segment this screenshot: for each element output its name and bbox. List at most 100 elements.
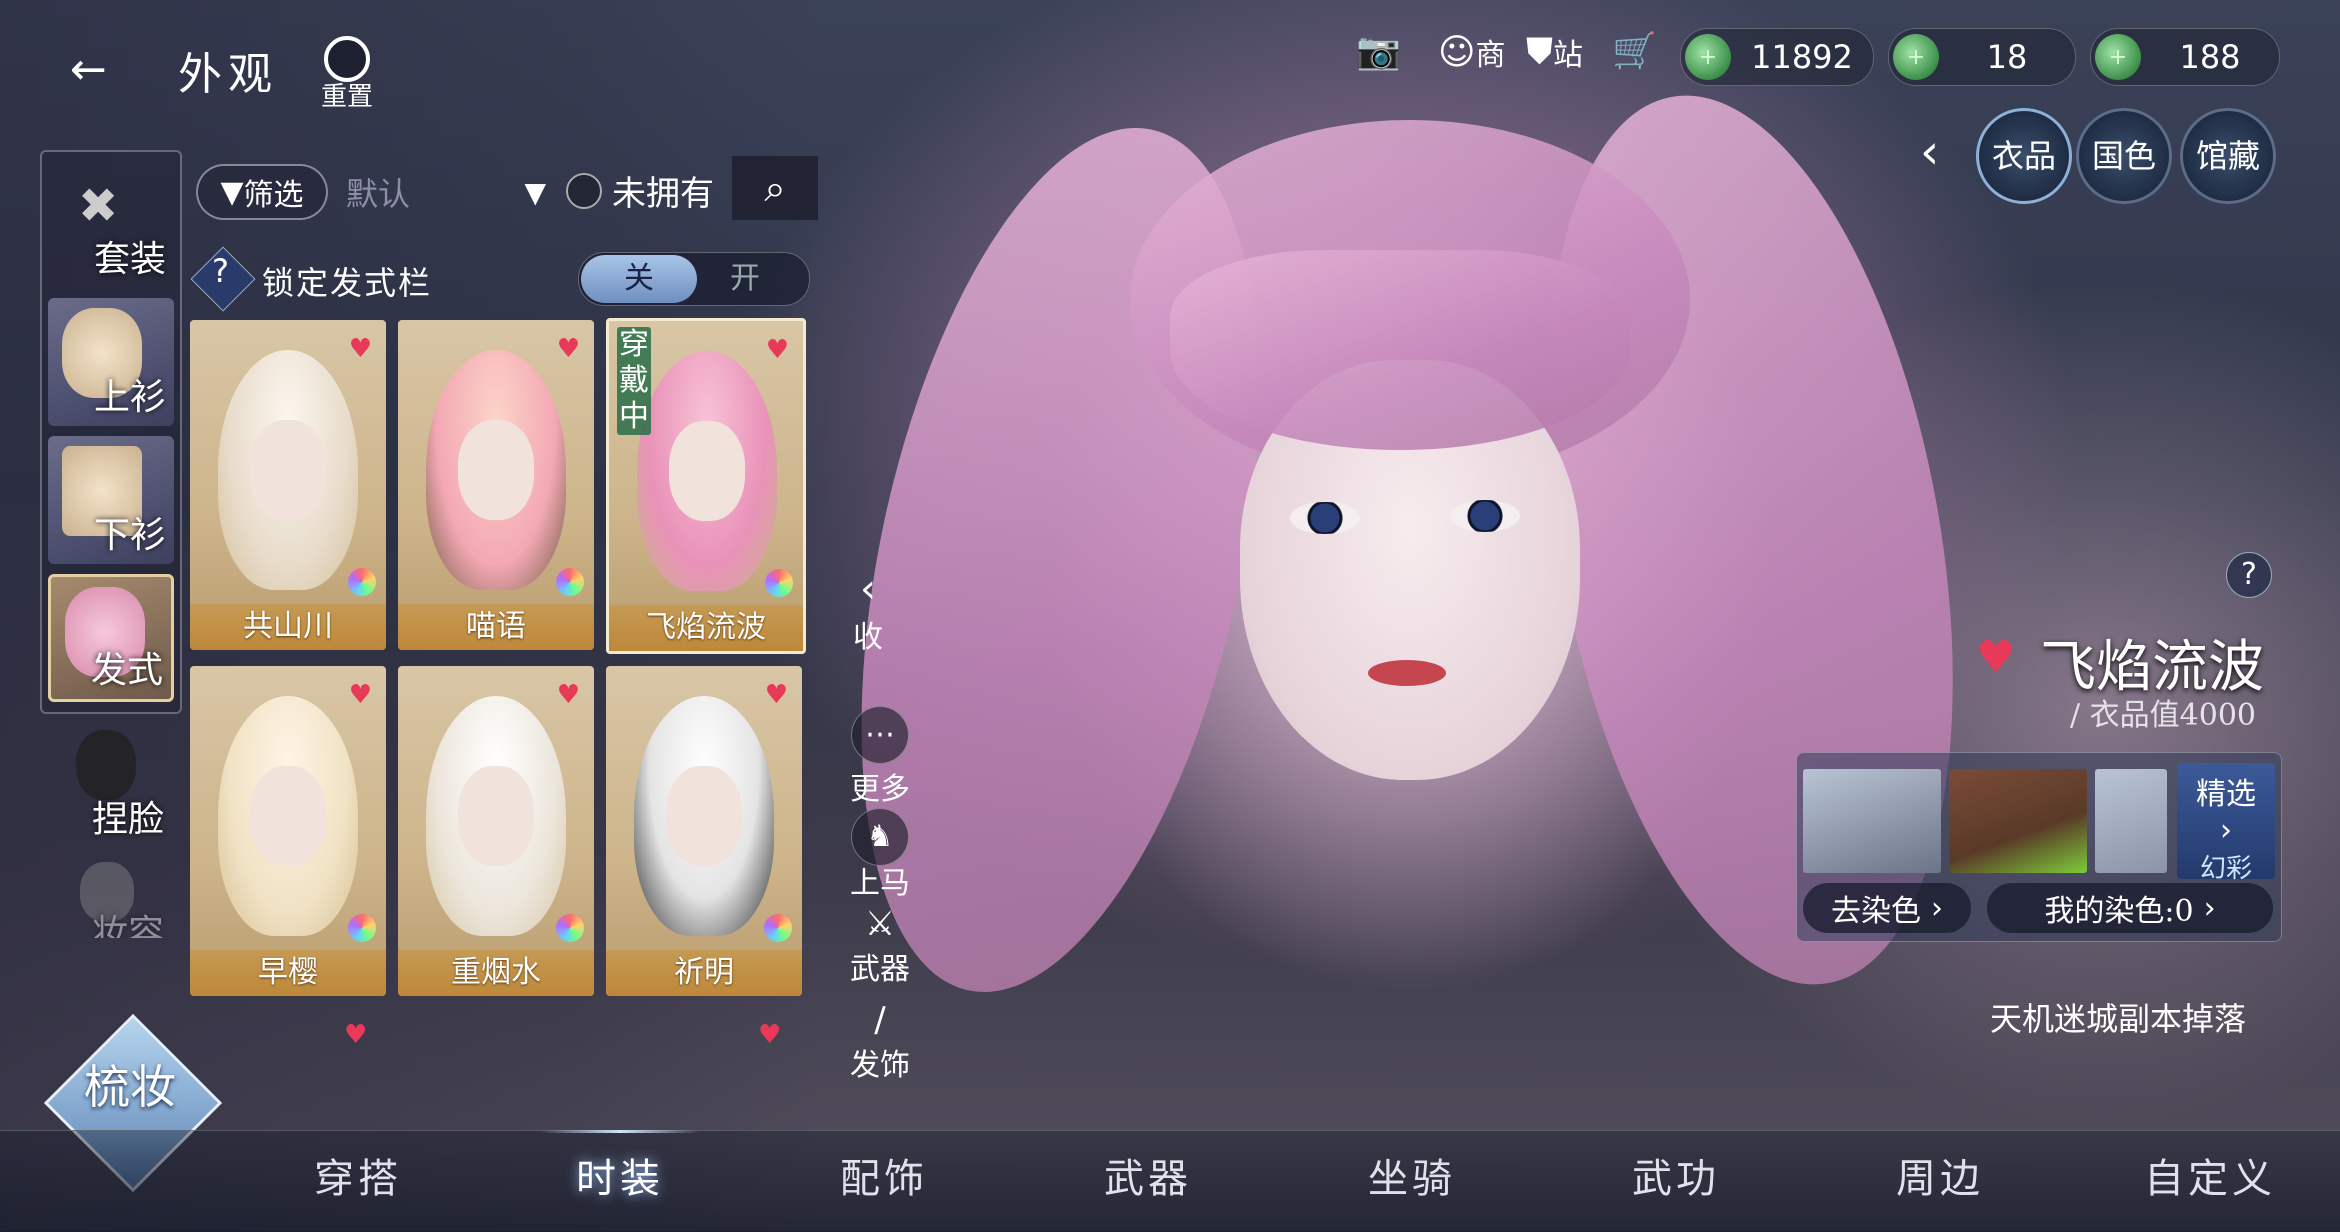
- remove-dye-label: 去染色: [1831, 894, 1921, 929]
- category-bottom[interactable]: 下衫: [48, 436, 174, 564]
- more-icon: ⋯: [851, 706, 909, 764]
- tab-style-value[interactable]: 衣品: [1976, 108, 2072, 204]
- item-card[interactable]: ♥ 重烟水: [398, 666, 594, 996]
- category-top[interactable]: 上衫: [48, 298, 174, 426]
- green-coin-icon: +: [1893, 34, 1939, 80]
- style-value: / 衣品值4000: [2070, 698, 2256, 733]
- mount-button[interactable]: ♞ 上马: [848, 808, 912, 902]
- item-name: 共山川: [190, 604, 386, 650]
- remove-dye-button[interactable]: 去染色 ›: [1803, 883, 1971, 933]
- my-dye-button[interactable]: 我的染色:0 ›: [1987, 883, 2273, 933]
- currency-green[interactable]: + 18: [1888, 28, 2076, 86]
- weapon-button[interactable]: ⚔ 武器: [848, 904, 912, 988]
- camera-icon[interactable]: 📷: [1356, 30, 1401, 72]
- item-card[interactable]: ♥ 早樱: [190, 666, 386, 996]
- currency-value: 188: [2179, 38, 2241, 76]
- merchant-label: 商: [1475, 38, 1506, 73]
- currency-jade[interactable]: + 11892: [1680, 28, 1874, 86]
- jade-coin-icon: +: [1685, 34, 1731, 80]
- sort-value: 默认: [346, 175, 411, 213]
- collapse-button[interactable]: ‹ 收: [836, 566, 900, 656]
- category-label: 捏脸: [91, 799, 164, 840]
- nav-outfit[interactable]: 穿搭: [314, 1146, 402, 1204]
- my-dye-label: 我的染色:0: [2044, 894, 2194, 929]
- favorite-heart-icon[interactable]: ♥: [344, 1020, 367, 1050]
- currency-value: 11892: [1751, 38, 1853, 76]
- collapse-label: 收: [853, 620, 883, 655]
- category-label: 下衫: [93, 515, 166, 556]
- nav-custom[interactable]: 自定义: [2144, 1146, 2276, 1204]
- currency-value: 18: [1986, 38, 2028, 76]
- dye-preview-3[interactable]: [2095, 769, 2167, 873]
- dye-panel: 精选 › 幻彩 去染色 › 我的染色:0 ›: [1796, 752, 2282, 942]
- category-face-sculpt[interactable]: 捏脸: [46, 720, 172, 848]
- cart-icon[interactable]: 🛒: [1612, 30, 1657, 72]
- favorite-heart-icon[interactable]: ♥: [765, 680, 788, 710]
- dye-icon: [348, 568, 376, 596]
- item-card[interactable]: ♥ 祈明: [606, 666, 802, 996]
- station-icon: ⛊: [1526, 31, 1554, 72]
- checkbox-circle: [566, 172, 602, 209]
- item-card[interactable]: ♥ 喵语: [398, 320, 594, 650]
- favorite-heart-icon[interactable]: ♥: [1976, 632, 2015, 683]
- dye-icon: [556, 568, 584, 596]
- nav-mounts[interactable]: 坐骑: [1368, 1146, 1456, 1204]
- reset-button[interactable]: 重置: [312, 36, 382, 113]
- nav-martial-arts[interactable]: 武功: [1632, 1146, 1720, 1204]
- filter-button[interactable]: ▼ 筛选: [196, 164, 328, 220]
- merchant-icon: ☺: [1438, 31, 1476, 73]
- tab-collection[interactable]: 馆藏: [2180, 108, 2276, 204]
- category-column: ✖ 套装 上衫 下衫 发式: [40, 150, 182, 714]
- category-suit[interactable]: ✖ 套装: [48, 160, 174, 288]
- nav-fashion[interactable]: 时装: [576, 1146, 664, 1204]
- station-button[interactable]: ⛊ 站: [1526, 30, 1583, 74]
- featured-label: 精选: [2196, 777, 2256, 812]
- hairpin-icon: ∕: [874, 1000, 886, 1040]
- search-button[interactable]: ⌕: [732, 156, 818, 220]
- category-label: 发式: [90, 650, 163, 691]
- unowned-checkbox[interactable]: 未拥有: [566, 166, 714, 215]
- favorite-heart-icon[interactable]: ♥: [758, 1020, 781, 1050]
- reset-label: 重置: [320, 82, 373, 112]
- chevron-left-icon[interactable]: ‹: [1920, 124, 1939, 180]
- favorite-heart-icon[interactable]: ♥: [557, 334, 580, 364]
- dye-icon: [348, 914, 376, 942]
- dye-icon: [765, 569, 793, 597]
- favorite-heart-icon[interactable]: ♥: [349, 680, 372, 710]
- merchant-button[interactable]: ☺ 商: [1438, 30, 1506, 74]
- dye-icon: [764, 914, 792, 942]
- hair-accessory-label: 发饰: [850, 1048, 910, 1083]
- portrait-face: [458, 420, 534, 520]
- featured-iridescent-button[interactable]: 精选 › 幻彩: [2177, 763, 2275, 884]
- favorite-heart-icon[interactable]: ♥: [349, 334, 372, 364]
- nav-weapons[interactable]: 武器: [1104, 1146, 1192, 1204]
- dye-preview-1[interactable]: [1803, 769, 1941, 873]
- nav-accessories[interactable]: 配饰: [840, 1146, 928, 1204]
- more-button[interactable]: ⋯ 更多: [848, 706, 912, 808]
- hair-accessory-button[interactable]: ∕ 发饰: [848, 1000, 912, 1084]
- left-eye: [1290, 502, 1360, 534]
- help-glyph: ?: [212, 252, 229, 290]
- mount-label: 上马: [850, 866, 910, 901]
- favorite-heart-icon[interactable]: ♥: [557, 680, 580, 710]
- chevron-down-icon: ▼: [524, 175, 546, 209]
- tab-national-color[interactable]: 国色: [2076, 108, 2172, 204]
- category-hairstyle[interactable]: 发式: [48, 574, 174, 702]
- sort-dropdown[interactable]: 默认 ▼: [346, 164, 546, 220]
- weapon-label: 武器: [850, 952, 910, 987]
- lock-toggle[interactable]: 关 开: [578, 252, 810, 306]
- item-card-selected[interactable]: 穿戴中 ♥ 飞焰流波: [606, 318, 806, 654]
- currency-bag[interactable]: + 188: [2090, 28, 2280, 86]
- favorite-heart-icon[interactable]: ♥: [766, 335, 789, 365]
- item-card[interactable]: ♥ 共山川: [190, 320, 386, 650]
- category-makeup[interactable]: 妆容: [46, 858, 172, 938]
- category-label: 套装: [93, 239, 166, 280]
- weapon-icon: ⚔: [864, 904, 896, 944]
- dye-preview-2[interactable]: [1949, 769, 2087, 873]
- nav-peripherals[interactable]: 周边: [1896, 1146, 1984, 1204]
- badge-label: 梳妆: [84, 1060, 176, 1114]
- filter-icon: ▼: [220, 174, 244, 210]
- item-source: 天机迷城副本掉落: [1990, 1000, 2247, 1038]
- back-button[interactable]: ←: [70, 44, 107, 95]
- help-icon[interactable]: ?: [2226, 552, 2272, 598]
